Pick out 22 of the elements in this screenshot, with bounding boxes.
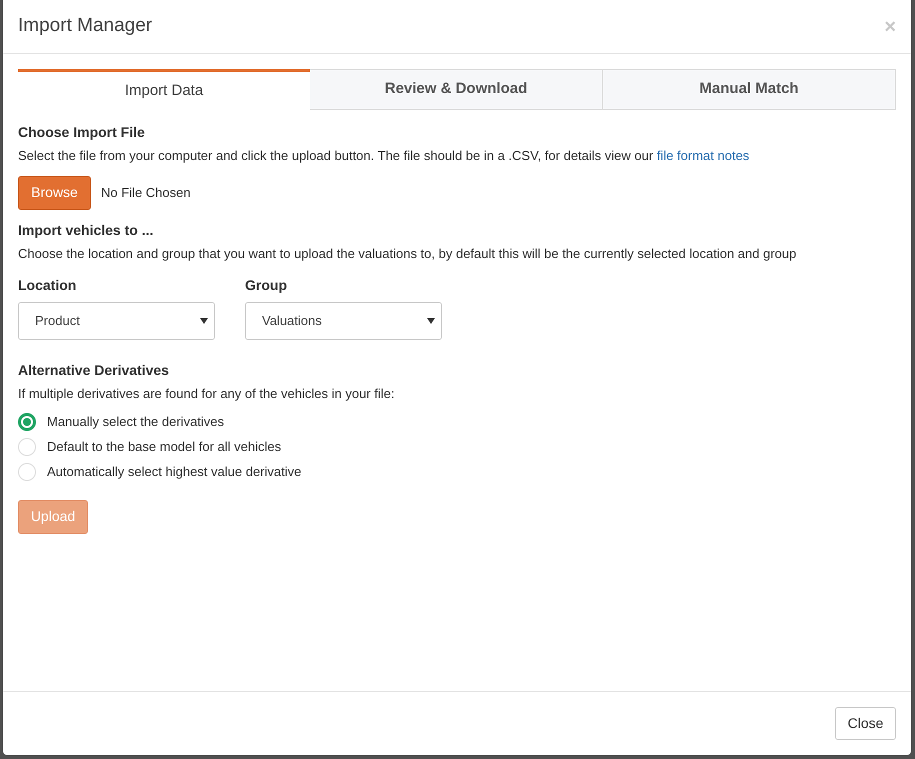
dropdown-select[interactable]: Valuations — [245, 302, 442, 340]
section-heading: Import vehicles to ... — [18, 220, 154, 240]
field-label: Group — [245, 276, 288, 295]
radio-label: Manually select the derivatives — [47, 413, 224, 432]
caret-icon — [427, 318, 435, 324]
field-label: Location — [18, 276, 78, 295]
description-text: Select the file from your computer and click the upload button. The file should be in a .CSV, for details view our file format notes — [18, 147, 750, 165]
radio-label: Automatically select highest value derivative — [47, 463, 302, 482]
tab[interactable]: Review & Download — [310, 69, 603, 110]
file-format-link[interactable]: file format notes — [656, 148, 750, 163]
caret-icon — [200, 318, 208, 324]
tab[interactable]: Manual Match — [603, 69, 896, 110]
dropdown-select[interactable]: Product — [18, 302, 215, 340]
radio-label: Default to the base model for all vehicles — [47, 438, 282, 456]
description-text: If multiple derivatives are found for any of the vehicles in your file: — [18, 385, 396, 403]
close-button[interactable]: Close — [835, 707, 896, 740]
section-heading: Alternative Derivatives — [18, 361, 170, 380]
radio-button[interactable] — [18, 413, 36, 431]
section-heading: Choose Import File — [18, 123, 146, 142]
dialog-title: Import Manager — [18, 14, 152, 38]
file-status: No File Chosen — [101, 184, 191, 202]
description-text: Choose the location and group that you want to upload the valuations to, by default this will be the currently selected location and group — [18, 244, 798, 263]
